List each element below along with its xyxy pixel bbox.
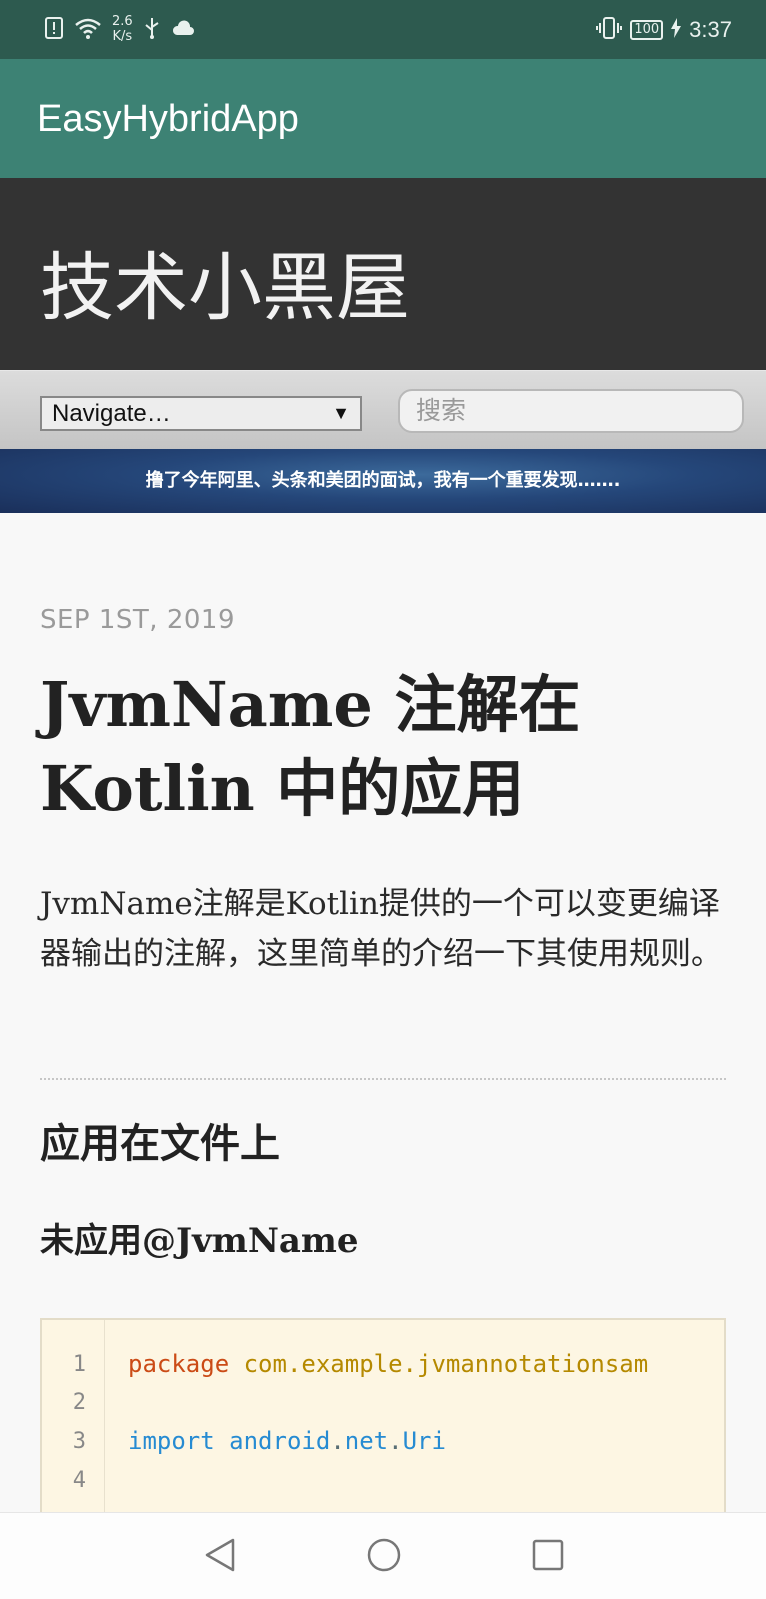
code-line-3: import android.net.Uri	[128, 1427, 446, 1455]
status-left: 2.6 K/s	[44, 14, 195, 44]
blog-title[interactable]: 技术小黑屋	[40, 228, 410, 335]
blog-header: 技术小黑屋	[0, 178, 766, 370]
divider	[40, 1078, 726, 1080]
section-heading: 应用在文件上	[40, 1121, 280, 1167]
promo-banner-text: 撸了今年阿里、头条和美团的面试，我有一个重要发现…….	[145, 470, 621, 491]
search-input[interactable]: 搜索	[398, 389, 744, 433]
line-number: 1	[72, 1352, 86, 1377]
subsection-heading: 未应用@JvmName	[40, 1221, 359, 1261]
charging-icon	[671, 18, 682, 42]
code-block: 1 2 3 4 package com.example.jvmannotatio…	[40, 1318, 726, 1518]
line-number: 4	[72, 1468, 86, 1493]
code-dot: .	[330, 1427, 345, 1455]
vibrate-icon	[596, 16, 623, 44]
code-dot: .	[388, 1427, 403, 1455]
battery-level: 100	[634, 22, 660, 37]
home-icon[interactable]	[364, 1535, 404, 1575]
navigate-select-value: Navigate…	[52, 400, 171, 427]
code-import-part: net	[344, 1427, 389, 1455]
status-bar: 2.6 K/s 100 3:37	[0, 0, 766, 59]
app-title: EasyHybridApp	[37, 98, 299, 140]
clock: 3:37	[689, 17, 732, 42]
post-date: SEP 1ST, 2019	[40, 605, 235, 635]
back-icon[interactable]	[200, 1535, 240, 1575]
recents-icon[interactable]	[528, 1535, 568, 1575]
code-keyword: import	[128, 1427, 215, 1455]
search-placeholder: 搜索	[416, 396, 467, 425]
alert-icon	[44, 16, 64, 44]
post-title: JvmName 注解在 Kotlin 中的应用	[40, 668, 581, 825]
battery-icon: 100	[630, 20, 664, 40]
line-number: 2	[72, 1390, 86, 1415]
navigate-select[interactable]: Navigate… ▼	[40, 396, 362, 431]
code-line-1: package com.example.jvmannotationsam	[128, 1350, 648, 1378]
network-speed-unit: K/s	[112, 29, 133, 44]
code-package-name: com.example.jvmannotationsam	[243, 1350, 649, 1378]
status-right: 100 3:37	[596, 16, 732, 44]
promo-banner[interactable]: 撸了今年阿里、头条和美团的面试，我有一个重要发现…….	[0, 449, 766, 513]
dropdown-arrow-icon: ▼	[332, 403, 350, 423]
site-nav-bar: Navigate… ▼ 搜索	[0, 370, 766, 450]
code-import-part: Uri	[402, 1427, 446, 1455]
post-intro: JvmName注解是Kotlin提供的一个可以变更编译器输出的注解，这里简单的介…	[40, 886, 722, 972]
network-speed-value: 2.6	[112, 14, 133, 29]
code-keyword: package	[128, 1350, 230, 1378]
wifi-icon	[74, 16, 102, 44]
network-speed: 2.6 K/s	[112, 14, 133, 44]
usb-icon	[143, 16, 161, 44]
line-number: 3	[72, 1429, 86, 1454]
cloud-icon	[171, 19, 195, 41]
line-number-gutter: 1 2 3 4	[42, 1320, 105, 1516]
code-import-part: android	[229, 1427, 331, 1455]
app-bar: EasyHybridApp	[0, 59, 766, 178]
system-nav-bar	[0, 1512, 766, 1599]
